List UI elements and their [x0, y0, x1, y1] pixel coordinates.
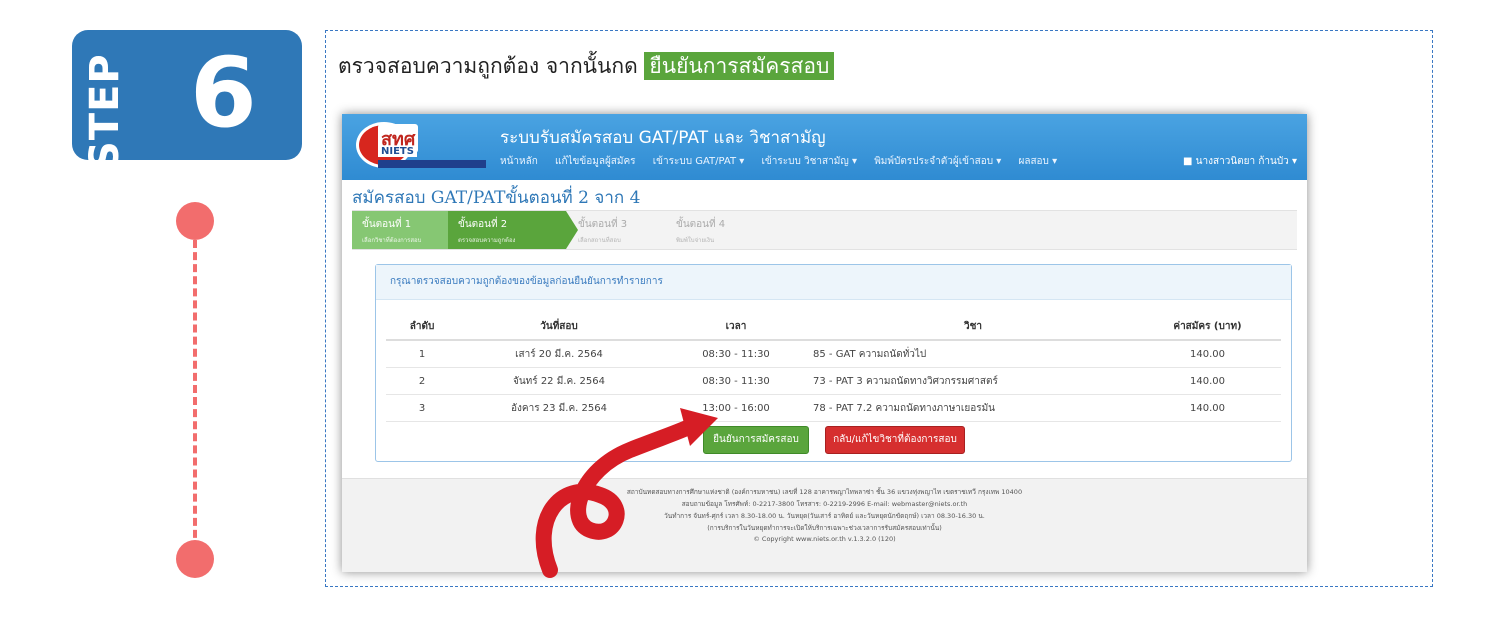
footer: สถาบันทดสอบทางการศึกษาแห่งชาติ (องค์การม… [342, 478, 1307, 572]
footer-line: สอบถามข้อมูล โทรศัพท์: 0-2217-3800 โทรสา… [681, 500, 968, 508]
user-name: นางสาวนิตยา ก้านบัว ▾ [1195, 156, 1297, 167]
step-badge: STEP 6 [72, 30, 302, 170]
wizard-step-4-sub: พิมพ์ใบจ่ายเงิน [676, 237, 715, 244]
cell-order: 1 [386, 340, 458, 368]
wizard-step-1-sub: เลือกวิชาที่ต้องการสอบ [362, 237, 422, 244]
cell-order: 3 [386, 394, 458, 422]
cell-time: 08:30 - 11:30 [660, 340, 812, 368]
site-title: ระบบรับสมัครสอบ GAT/PAT และ วิชาสามัญ [500, 128, 826, 148]
user-icon: ■ [1183, 156, 1196, 167]
table-header-row: ลำดับ วันที่สอบ เวลา วิชา ค่าสมัคร (บาท) [386, 313, 1281, 341]
red-arrow-icon [535, 408, 718, 578]
cell-fee: 140.00 [1134, 340, 1281, 368]
footer-line: © Copyright www.niets.or.th v.1.3.2.0 (1… [753, 535, 896, 543]
main-nav: หน้าหลัก แก้ไขข้อมูลผู้สมัคร เข้าระบบ GA… [500, 154, 1071, 169]
footer-line: สถาบันทดสอบทางการศึกษาแห่งชาติ (องค์การม… [626, 488, 1023, 496]
user-menu[interactable]: ■ นางสาวนิตยา ก้านบัว ▾ [1183, 154, 1297, 169]
timeline-dot-bottom [176, 540, 214, 578]
cell-subject: 73 - PAT 3 ความถนัดทางวิศวกรรมศาสตร์ [812, 367, 1134, 395]
nav-gat-pat[interactable]: เข้าระบบ GAT/PAT ▾ [653, 156, 745, 167]
niets-logo[interactable]: สทศ NIETS [356, 122, 486, 172]
logo-band [378, 160, 486, 168]
nav-edit-profile[interactable]: แก้ไขข้อมูลผู้สมัคร [555, 156, 636, 167]
instruction-prefix: ตรวจสอบความถูกต้อง จากนั้นกด [338, 54, 645, 78]
cell-subject: 78 - PAT 7.2 ความถนัดทางภาษาเยอรมัน [812, 394, 1134, 422]
footer-line: (การบริการในวันหยุดทำการจะเปิดให้บริการเ… [707, 524, 942, 532]
table-row: 2 จันทร์ 22 มี.ค. 2564 08:30 - 11:30 73 … [386, 367, 1281, 395]
footer-line: วันทำการ จันทร์-ศุกร์ เวลา 8.30-18.00 น.… [664, 512, 985, 520]
nav-results[interactable]: ผลสอบ ▾ [1018, 156, 1057, 167]
nav-home[interactable]: หน้าหลัก [500, 156, 538, 167]
step-number: 6 [190, 37, 257, 149]
wizard-step-1-label: ขั้นตอนที่ 1 [362, 219, 412, 230]
cell-fee: 140.00 [1134, 367, 1281, 395]
app-screenshot: สทศ NIETS ระบบรับสมัครสอบ GAT/PAT และ วิ… [342, 114, 1307, 572]
instruction-text: ตรวจสอบความถูกต้อง จากนั้นกด ยืนยันการสม… [338, 50, 835, 83]
col-time: เวลา [660, 313, 812, 341]
cell-date: จันทร์ 22 มี.ค. 2564 [458, 367, 660, 395]
top-navbar: สทศ NIETS ระบบรับสมัครสอบ GAT/PAT และ วิ… [342, 114, 1307, 180]
wizard-steps: ขั้นตอนที่ 1 เลือกวิชาที่ต้องการสอบ ขั้น… [352, 210, 1297, 250]
col-order: ลำดับ [386, 313, 458, 341]
wizard-step-2-sub: ตรวจสอบความถูกต้อง [458, 237, 516, 244]
logo-sub: NIETS [378, 146, 417, 157]
wizard-step-1: ขั้นตอนที่ 1 เลือกวิชาที่ต้องการสอบ [352, 211, 448, 249]
wizard-step-3-sub: เลือกสถานที่สอบ [578, 237, 621, 244]
cell-order: 2 [386, 367, 458, 395]
nav-common-subjects[interactable]: เข้าระบบ วิชาสามัญ ▾ [761, 156, 857, 167]
cell-date: เสาร์ 20 มี.ค. 2564 [458, 340, 660, 368]
wizard-step-3-label: ขั้นตอนที่ 3 [578, 219, 628, 230]
cell-subject: 85 - GAT ความถนัดทั่วไป [812, 340, 1134, 368]
back-edit-subjects-button[interactable]: กลับ/แก้ไขวิชาที่ต้องการสอบ [825, 426, 965, 454]
wizard-step-4-label: ขั้นตอนที่ 4 [676, 219, 726, 230]
wizard-step-2-label: ขั้นตอนที่ 2 [458, 219, 508, 230]
instruction-highlight: ยืนยันการสมัครสอบ [644, 52, 835, 80]
panel-heading: กรุณาตรวจสอบความถูกต้องของข้อมูลก่อนยืนย… [376, 265, 1291, 300]
table-row: 1 เสาร์ 20 มี.ค. 2564 08:30 - 11:30 85 -… [386, 340, 1281, 368]
wizard-step-3: ขั้นตอนที่ 3 เลือกสถานที่สอบ [568, 211, 666, 249]
wizard-step-4: ขั้นตอนที่ 4 พิมพ์ใบจ่ายเงิน [666, 211, 764, 249]
cell-fee: 140.00 [1134, 394, 1281, 422]
col-fee: ค่าสมัคร (บาท) [1134, 313, 1281, 341]
col-subject: วิชา [812, 313, 1134, 341]
page-heading: สมัครสอบ GAT/PATขั้นตอนที่ 2 จาก 4 [352, 188, 641, 208]
nav-print-card[interactable]: พิมพ์บัตรประจำตัวผู้เข้าสอบ ▾ [874, 156, 1001, 167]
step-word: STEP [82, 53, 128, 170]
timeline-dot-top [176, 202, 214, 240]
timeline-dashed-line [193, 240, 197, 550]
wizard-step-2: ขั้นตอนที่ 2 ตรวจสอบความถูกต้อง [448, 211, 566, 249]
col-date: วันที่สอบ [458, 313, 660, 341]
cell-time: 08:30 - 11:30 [660, 367, 812, 395]
